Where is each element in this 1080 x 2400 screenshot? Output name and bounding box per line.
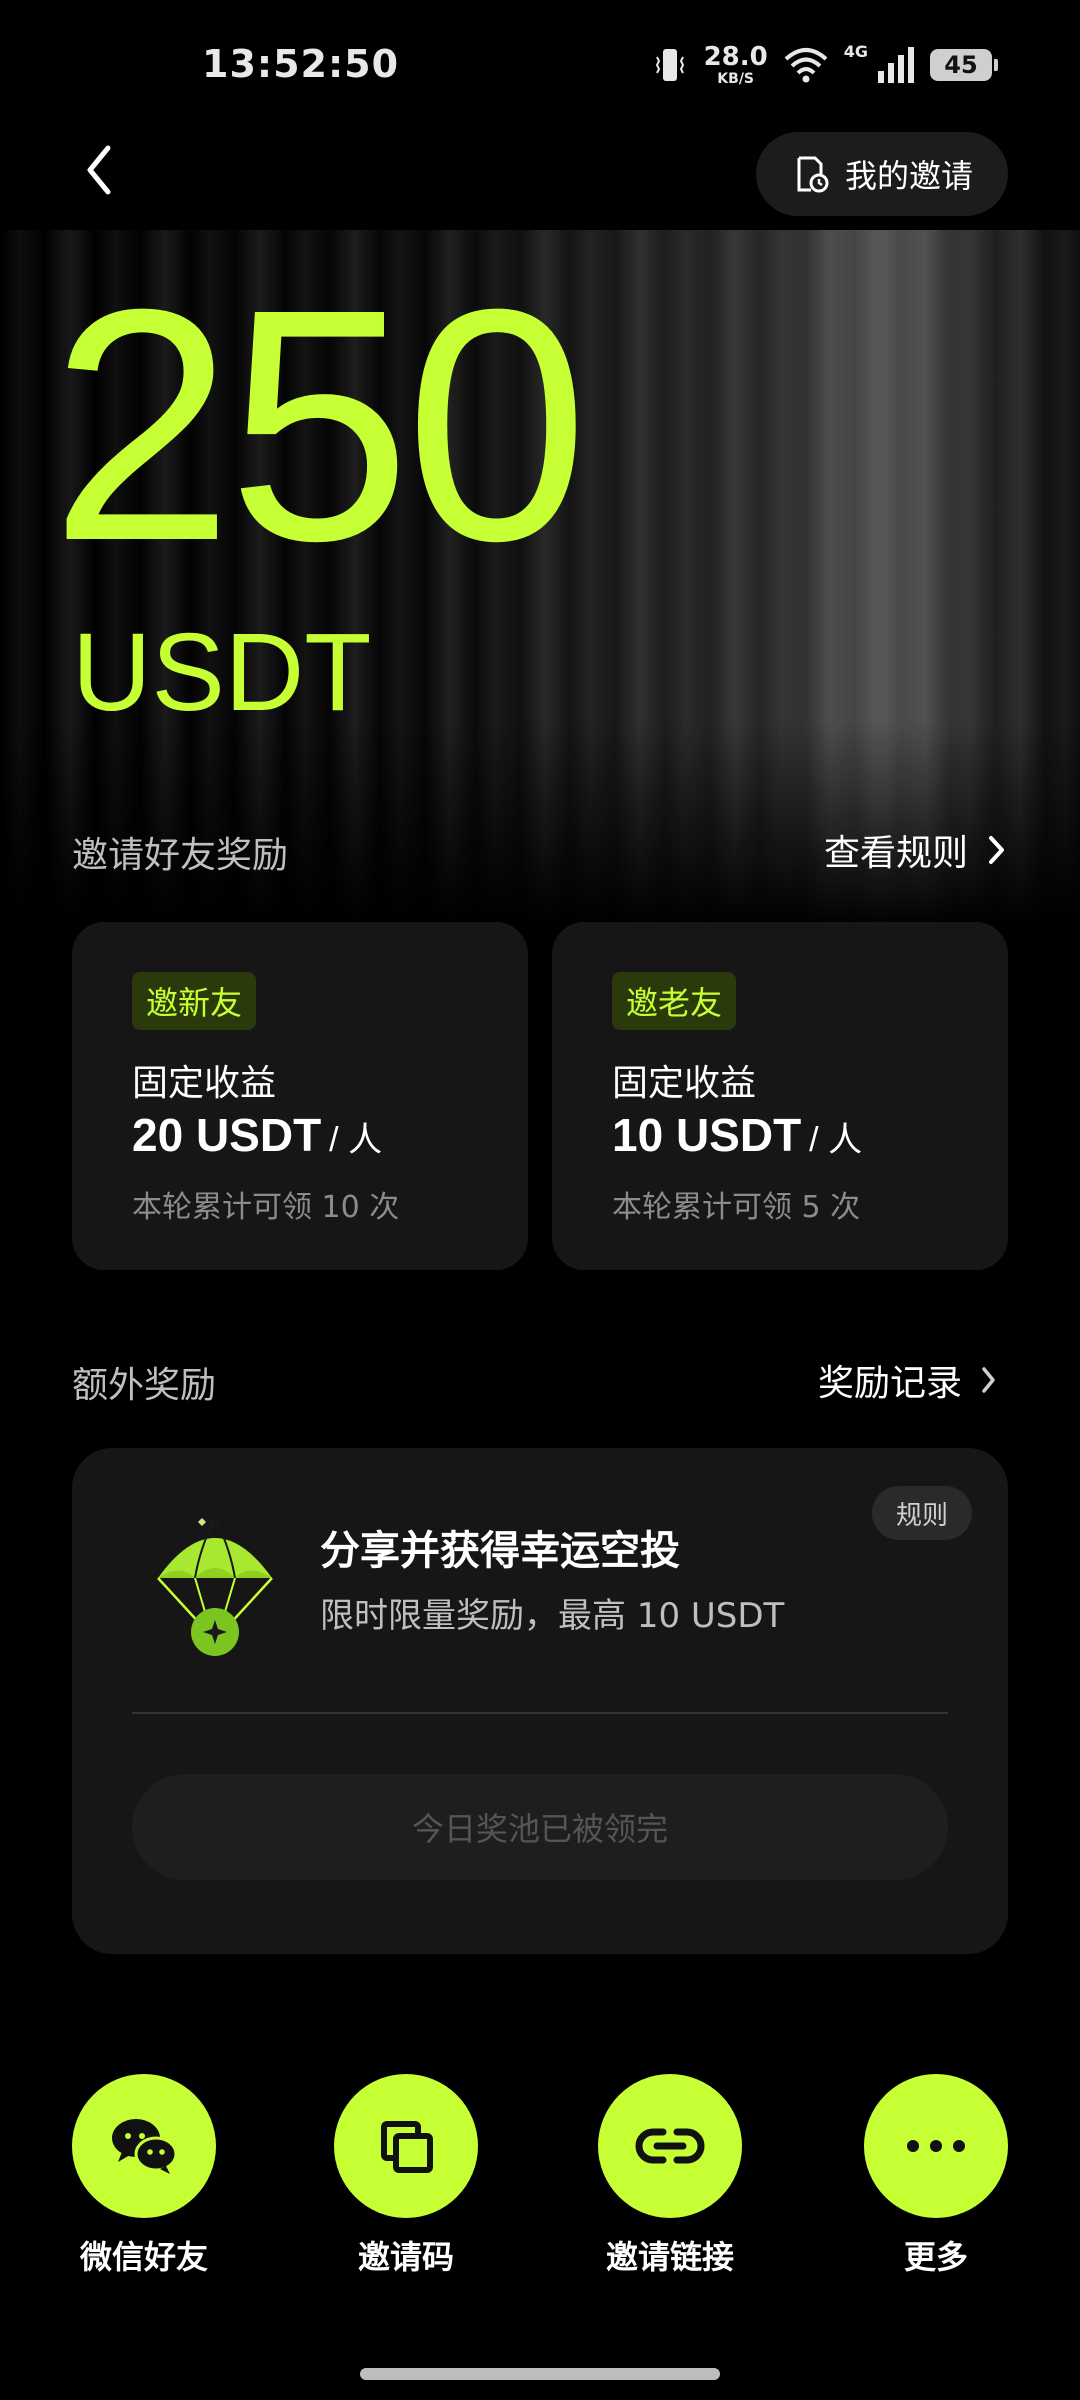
status-icons: 28.0 KB/S 4G 45 [650,42,998,87]
my-invites-label: 我的邀请 [844,157,973,195]
card-label: 固定收益 [612,1063,757,1104]
battery-indicator: 45 [930,49,998,81]
chevron-right-icon [982,1367,995,1393]
back-button[interactable] [70,130,126,210]
share-wechat-button[interactable]: 微信好友 [64,2074,224,2278]
share-invite-link-button[interactable]: 邀请链接 [590,2074,750,2278]
parachute-airdrop-icon [157,1517,273,1656]
reward-amount: 250 [50,240,589,609]
share-more-button[interactable]: 更多 [856,2074,1016,2278]
extra-section-title: 额外奖励 [72,1365,217,1406]
claim-airdrop-button-disabled[interactable]: 今日奖池已被领完 [132,1774,948,1880]
invite-new-friend-card[interactable]: 邀新友 固定收益 20 USDT / 人 本轮累计可领 10 次 [72,922,528,1270]
share-invite-code-button[interactable]: 邀请码 [326,2074,486,2278]
my-invites-button[interactable]: 我的邀请 [756,132,1008,216]
card-note: 本轮累计可领 10 次 [132,1190,400,1225]
invite-old-friend-card[interactable]: 邀老友 固定收益 10 USDT / 人 本轮累计可领 5 次 [552,922,1008,1270]
copy-icon [381,2121,433,2173]
more-icon [907,2140,965,2152]
network-type: 4G [843,42,868,61]
card-label: 固定收益 [132,1063,277,1104]
share-label: 更多 [903,2238,968,2276]
view-rules-link[interactable]: 查看规则 [824,824,1008,876]
share-label: 邀请码 [357,2238,454,2276]
card-value: 10 USDT / 人 [612,1109,863,1161]
status-time: 13:52:50 [202,42,400,86]
new-friend-tag: 邀新友 [132,972,257,1030]
chevron-right-icon [989,836,1004,864]
card-value: 20 USDT / 人 [132,1109,383,1161]
invite-record-icon [797,156,829,193]
chevron-left-icon [87,145,111,195]
card-note: 本轮累计可领 5 次 [612,1190,861,1225]
share-label: 邀请链接 [605,2238,734,2276]
invite-section-title: 邀请好友奖励 [72,835,289,876]
wechat-icon [112,2119,178,2174]
signal-icon [878,47,914,83]
vibrate-icon [655,49,684,81]
share-label: 微信好友 [79,2238,208,2276]
reward-records-link[interactable]: 奖励记录 [818,1354,998,1406]
network-speed: 28.0 KB/S [703,42,768,87]
lucky-airdrop-card: 规则 分享并获得幸运空投 限时限量奖励，最高 10 USDT 今日奖池已被领完 [72,1448,1008,1954]
wifi-icon [784,48,828,83]
link-icon [635,2128,705,2164]
card-divider [132,1712,948,1714]
reward-currency: USDT [72,611,372,734]
airdrop-subtitle: 限时限量奖励，最高 10 USDT [320,1596,785,1636]
old-friend-tag: 邀老友 [612,972,737,1030]
airdrop-rules-button[interactable]: 规则 [872,1486,972,1540]
airdrop-title: 分享并获得幸运空投 [320,1528,680,1574]
home-indicator[interactable] [360,2368,720,2380]
